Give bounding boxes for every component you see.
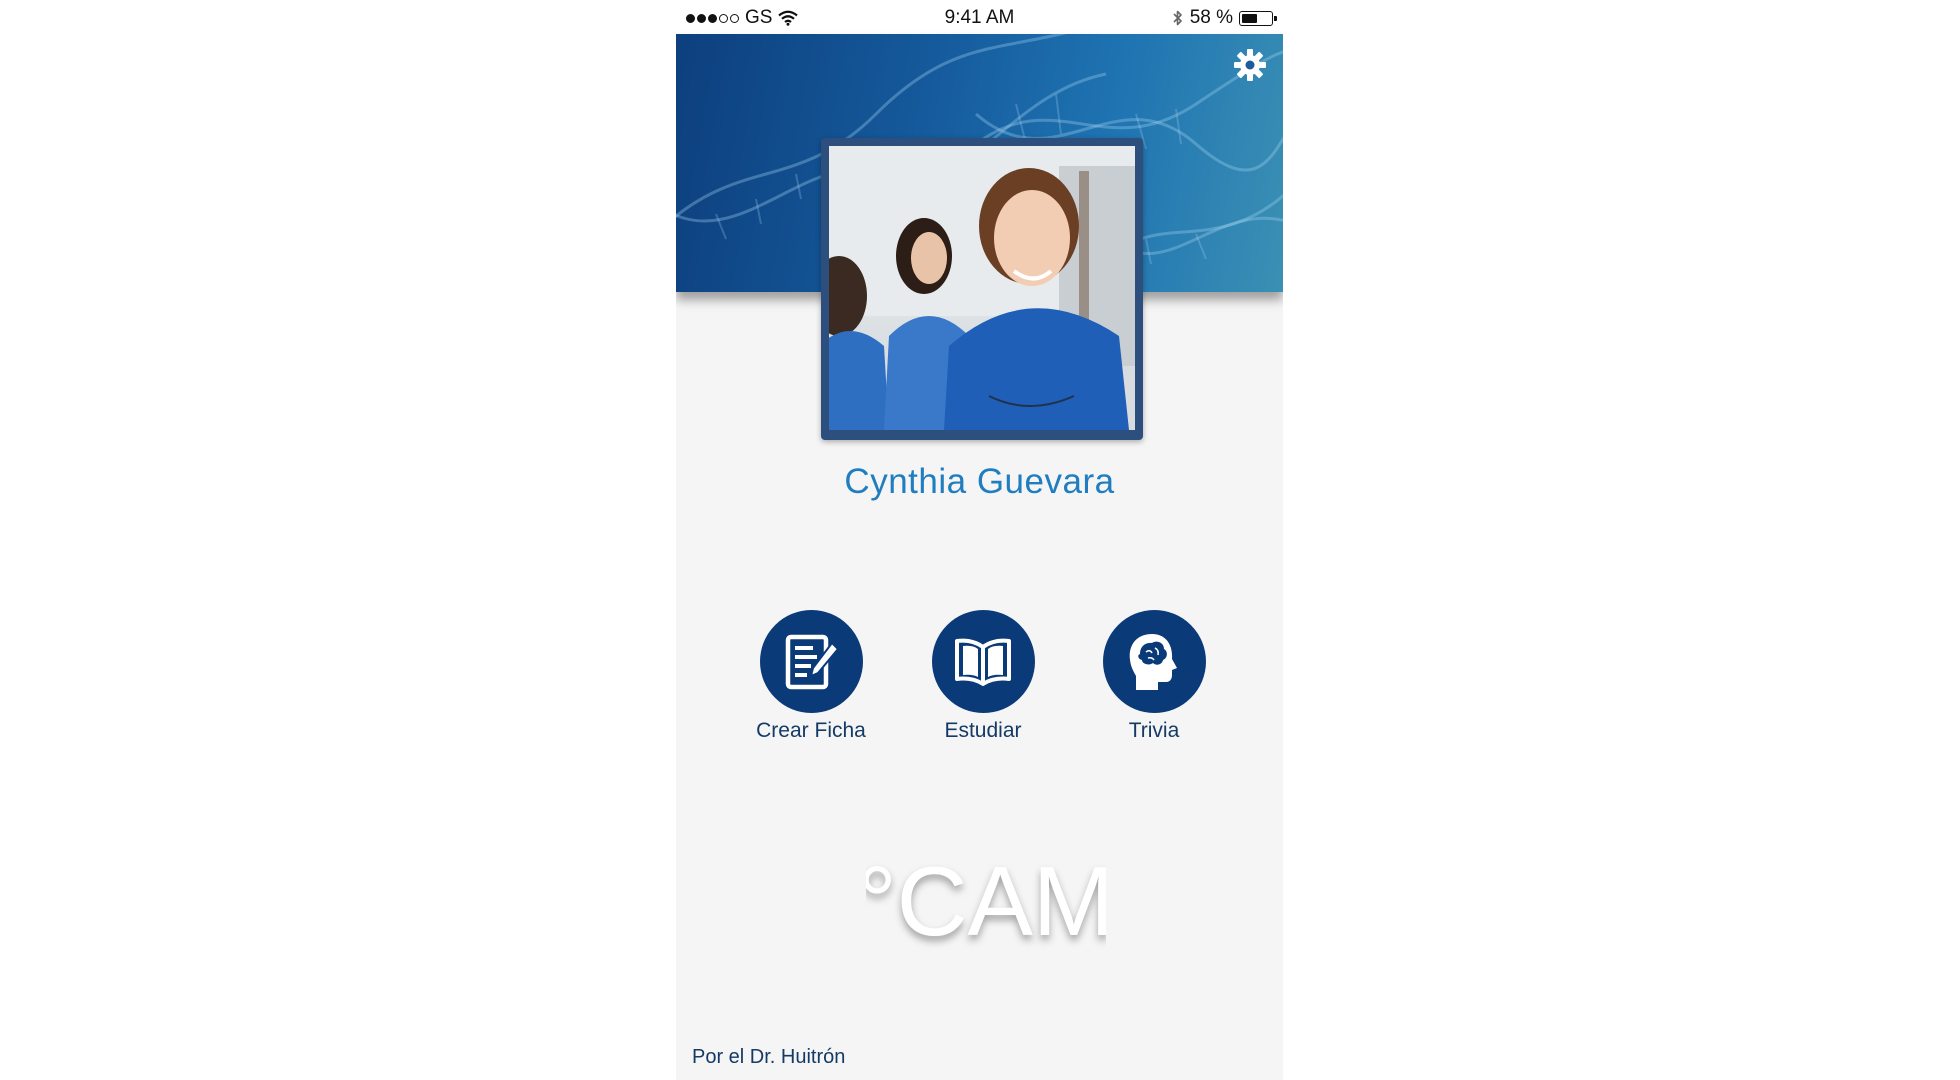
profile-photo — [829, 146, 1135, 430]
battery-percent: 58 % — [1189, 7, 1233, 28]
status-right: 58 % — [1172, 7, 1277, 29]
app-screen: GS 9:41 AM 58 % Cynthia Guevara Crear Fi… — [676, 0, 1283, 1080]
study-icon-circle — [931, 610, 1035, 713]
action-menu: Crear Ficha Estudiar Trivia — [676, 610, 1283, 750]
user-name: Cynthia Guevara — [844, 462, 1115, 501]
study-label: Estudiar — [944, 719, 1022, 742]
footer-credit: Por el Dr. Huitrón — [692, 1046, 846, 1068]
nurses-photo-illustration — [829, 146, 1135, 430]
create-card-label: Crear Ficha — [756, 719, 866, 742]
trivia-icon-circle — [1102, 610, 1206, 713]
create-card-icon-circle — [759, 610, 863, 713]
settings-button[interactable] — [1231, 46, 1269, 84]
book-icon — [955, 638, 1011, 686]
brain-head-icon — [1129, 633, 1177, 690]
create-card-button[interactable]: Crear Ficha — [731, 610, 891, 743]
study-button[interactable]: Estudiar — [903, 610, 1063, 743]
status-bar: GS 9:41 AM 58 % — [676, 0, 1283, 34]
profile-photo-frame[interactable] — [821, 138, 1143, 440]
battery-icon — [1239, 10, 1277, 26]
bluetooth-icon — [1173, 10, 1182, 26]
battery-fill — [1242, 13, 1257, 23]
create-card-icon — [785, 634, 840, 689]
cam-logo-text: °CAM — [866, 846, 1106, 955]
cam-logo: °CAM — [866, 846, 1106, 955]
trivia-label: Trivia — [1128, 719, 1180, 742]
trivia-button[interactable]: Trivia — [1074, 610, 1234, 743]
